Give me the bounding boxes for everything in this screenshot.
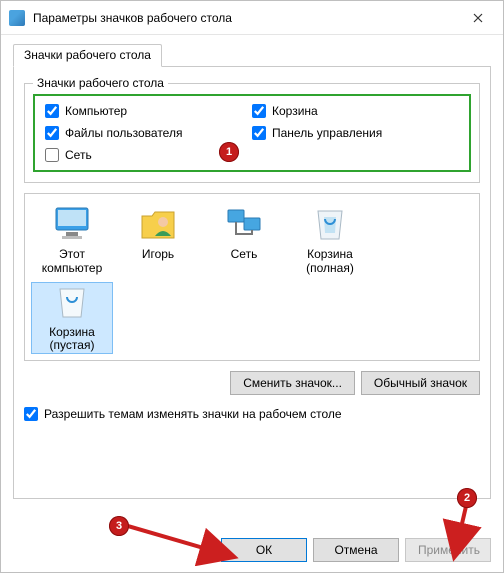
client-area: Значки рабочего стола Значки рабочего ст… <box>13 43 491 524</box>
cancel-button[interactable]: Отмена <box>313 538 399 562</box>
tab-panel: Значки рабочего стола Компьютер Корзина … <box>13 67 491 499</box>
user-folder-icon <box>134 204 182 244</box>
checkbox-recycle-input[interactable] <box>252 104 266 118</box>
checkbox-label: Панель управления <box>272 126 382 140</box>
icon-label: Корзина (полная) <box>289 248 371 276</box>
icon-buttons-row: Сменить значок... Обычный значок <box>24 371 480 395</box>
checkbox-userfiles[interactable]: Файлы пользователя <box>45 126 252 140</box>
checkbox-cpanel-input[interactable] <box>252 126 266 140</box>
recycle-empty-icon <box>48 282 96 322</box>
annotation-badge-1: 1 <box>219 142 239 162</box>
window-title: Параметры значков рабочего стола <box>33 11 455 25</box>
icon-row-1: Этот компьютер Игорь Сеть <box>31 204 473 276</box>
default-icon-button[interactable]: Обычный значок <box>361 371 480 395</box>
checkbox-label: Компьютер <box>65 104 127 118</box>
allow-themes-label: Разрешить темам изменять значки на рабоч… <box>44 407 342 421</box>
icon-label: Игорь <box>117 248 199 262</box>
titlebar: Параметры значков рабочего стола <box>1 1 503 35</box>
fieldset-legend: Значки рабочего стола <box>33 76 168 90</box>
checkbox-recycle[interactable]: Корзина <box>252 104 459 118</box>
annotation-badge-3: 3 <box>109 516 129 536</box>
recycle-full-icon <box>306 204 354 244</box>
icon-label: Сеть <box>203 248 285 262</box>
network-icon <box>220 204 268 244</box>
apply-button[interactable]: Применить <box>405 538 491 562</box>
app-icon <box>9 10 25 26</box>
dialog-footer: ОК Отмена Применить <box>221 538 491 562</box>
icon-preview-panel: Этот компьютер Игорь Сеть <box>24 193 480 361</box>
close-button[interactable] <box>455 3 501 33</box>
icon-network[interactable]: Сеть <box>203 204 285 276</box>
icon-label: Корзина (пустая) <box>32 326 112 354</box>
checkbox-label: Корзина <box>272 104 318 118</box>
ok-button[interactable]: ОК <box>221 538 307 562</box>
annotation-badge-2: 2 <box>457 488 477 508</box>
checkbox-cpanel[interactable]: Панель управления <box>252 126 459 140</box>
tab-strip: Значки рабочего стола <box>13 43 491 67</box>
icon-row-2: Корзина (пустая) <box>31 282 473 355</box>
icon-recycle-empty[interactable]: Корзина (пустая) <box>31 282 113 355</box>
icon-this-pc[interactable]: Этот компьютер <box>31 204 113 276</box>
icon-recycle-full[interactable]: Корзина (полная) <box>289 204 371 276</box>
checkbox-computer-input[interactable] <box>45 104 59 118</box>
checkbox-userfiles-input[interactable] <box>45 126 59 140</box>
icon-user[interactable]: Игорь <box>117 204 199 276</box>
checkbox-label: Файлы пользователя <box>65 126 182 140</box>
change-icon-button[interactable]: Сменить значок... <box>230 371 355 395</box>
checkbox-grid: Компьютер Корзина Файлы пользователя Пан… <box>33 94 471 172</box>
allow-themes-row[interactable]: Разрешить темам изменять значки на рабоч… <box>24 407 480 421</box>
checkbox-network-input[interactable] <box>45 148 59 162</box>
monitor-icon <box>48 204 96 244</box>
close-icon <box>473 13 483 23</box>
checkbox-computer[interactable]: Компьютер <box>45 104 252 118</box>
dialog-window: Параметры значков рабочего стола Значки … <box>0 0 504 573</box>
checkbox-label: Сеть <box>65 148 92 162</box>
desktop-icons-fieldset: Значки рабочего стола Компьютер Корзина … <box>24 83 480 183</box>
tab-desktop-icons[interactable]: Значки рабочего стола <box>13 44 162 67</box>
icon-label: Этот компьютер <box>31 248 113 276</box>
allow-themes-checkbox[interactable] <box>24 407 38 421</box>
